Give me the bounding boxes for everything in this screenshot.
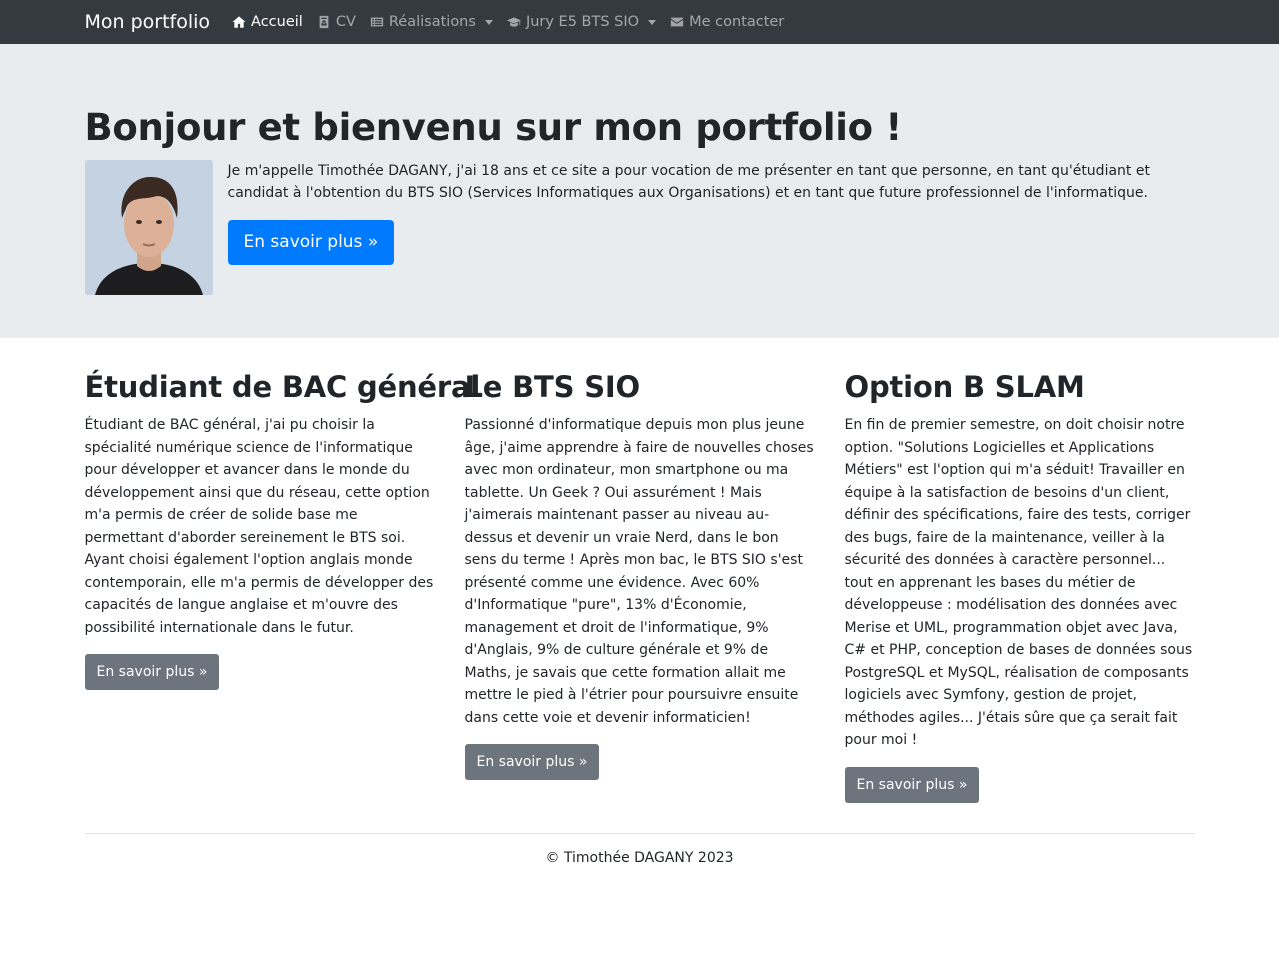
chevron-down-icon bbox=[484, 19, 493, 25]
footer-divider bbox=[84, 832, 1195, 834]
list-icon bbox=[370, 17, 383, 27]
nav-item-label: Accueil bbox=[251, 14, 303, 30]
nav-menu: Accueil CV Réalisations Jury E5 BTS SIO … bbox=[232, 14, 784, 30]
graduation-cap-icon bbox=[506, 17, 521, 27]
intro-text: Je m'appelle Timothée DAGANY, j'ai 18 an… bbox=[227, 163, 1150, 201]
column-text: Passionné d'informatique depuis mon plus… bbox=[464, 417, 814, 726]
nav-item-label: Réalisations bbox=[388, 14, 476, 30]
nav-item-cv[interactable]: CV bbox=[317, 14, 356, 30]
learn-more-button[interactable]: En savoir plus » bbox=[84, 654, 220, 690]
nav-item-realisations[interactable]: Réalisations bbox=[370, 14, 493, 30]
chevron-down-icon bbox=[648, 19, 657, 25]
nav-item-label: Jury E5 BTS SIO bbox=[525, 14, 640, 30]
home-icon bbox=[232, 16, 246, 28]
copyright-text: © Timothée DAGANY 2023 bbox=[545, 849, 734, 866]
portrait-image bbox=[84, 160, 213, 295]
profile-photo bbox=[84, 160, 213, 295]
jumbotron-container: Bonjour et bienvenu sur mon portfolio ! … bbox=[84, 106, 1195, 295]
jumbotron-body: Je m'appelle Timothée DAGANY, j'ai 18 an… bbox=[84, 160, 1195, 295]
nav-item-jury[interactable]: Jury E5 BTS SIO bbox=[506, 14, 657, 30]
jumbotron: Bonjour et bienvenu sur mon portfolio ! … bbox=[0, 44, 1279, 338]
top-navbar: Mon portfolio Accueil CV Réalisations Ju… bbox=[0, 0, 1279, 44]
page-title: Bonjour et bienvenu sur mon portfolio ! bbox=[84, 106, 903, 149]
nav-item-label: CV bbox=[335, 14, 356, 30]
learn-more-button[interactable]: En savoir plus » bbox=[464, 744, 600, 780]
column-option-slam: Option B SLAM En fin de premier semestre… bbox=[844, 368, 1195, 803]
column-title: Option B SLAM bbox=[844, 370, 1085, 404]
id-card-icon bbox=[319, 15, 329, 29]
learn-more-button[interactable]: En savoir plus » bbox=[844, 766, 980, 803]
column-title: Le BTS SIO bbox=[464, 370, 641, 404]
column-text: En fin de premier semestre, on doit choi… bbox=[844, 417, 1193, 748]
nav-item-accueil[interactable]: Accueil bbox=[232, 14, 303, 30]
footer: © Timothée DAGANY 2023 bbox=[85, 850, 1195, 866]
navbar-container: Mon portfolio Accueil CV Réalisations Ju… bbox=[85, 11, 1195, 33]
main-content: Étudiant de BAC général Étudiant de BAC … bbox=[84, 338, 1195, 866]
envelope-icon bbox=[670, 17, 684, 27]
column-bts-sio: Le BTS SIO Passionné d'informatique depu… bbox=[464, 368, 815, 803]
column-text: Étudiant de BAC général, j'ai pu choisir… bbox=[84, 417, 434, 636]
nav-item-label: Me contacter bbox=[689, 14, 785, 30]
column-title: Étudiant de BAC général bbox=[84, 370, 481, 404]
column-bac: Étudiant de BAC général Étudiant de BAC … bbox=[84, 368, 481, 803]
learn-more-button[interactable]: En savoir plus » bbox=[227, 220, 395, 265]
columns-row: Étudiant de BAC général Étudiant de BAC … bbox=[84, 338, 1195, 803]
jumbotron-content: Je m'appelle Timothée DAGANY, j'ai 18 an… bbox=[227, 160, 1178, 295]
nav-item-contact[interactable]: Me contacter bbox=[670, 14, 784, 30]
navbar-brand[interactable]: Mon portfolio bbox=[85, 11, 211, 33]
